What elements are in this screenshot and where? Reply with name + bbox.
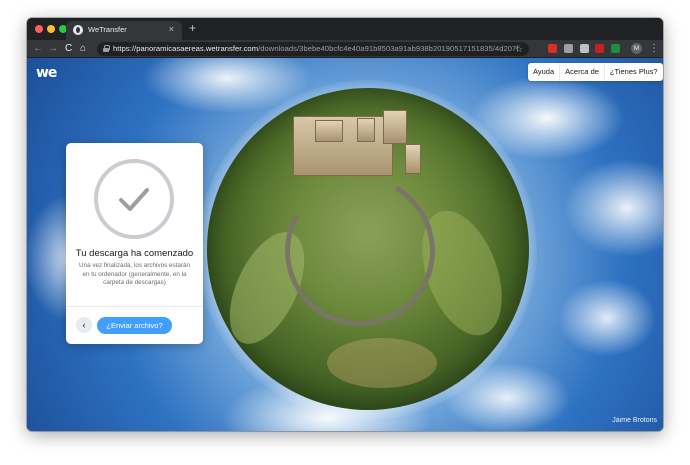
url-base: https://panoramicasaereas.wetransfer.com — [113, 44, 259, 53]
home-icon[interactable]: ⌂ — [80, 42, 86, 55]
bookmark-star-icon[interactable]: ☆ — [515, 43, 523, 55]
tab-close-icon[interactable]: × — [169, 24, 174, 35]
close-window-button[interactable] — [35, 25, 43, 33]
forward-icon[interactable]: → — [48, 42, 58, 55]
photo-credit[interactable]: Jaime Brotons — [612, 417, 657, 424]
tab-title: WeTransfer — [88, 25, 127, 34]
back-icon[interactable]: ← — [33, 42, 43, 55]
send-file-button[interactable]: ¿Enviar archivo? — [97, 317, 172, 334]
nav-plus[interactable]: ¿Tienes Plus? — [603, 63, 663, 81]
nav-help[interactable]: Ayuda — [528, 63, 559, 81]
page-viewport: Jaime Brotons we Ayuda Acerca de ¿Tienes… — [27, 58, 663, 431]
panel-title: Tu descarga ha comenzado — [75, 248, 194, 259]
browser-toolbar: ← → C ⌂ https://panoramicasaereas.wetran… — [27, 40, 663, 58]
background-photo-planet — [207, 88, 529, 410]
new-tab-button[interactable]: + — [189, 21, 196, 35]
download-panel: Tu descarga ha comenzado Una vez finaliz… — [66, 143, 203, 344]
back-button[interactable]: ‹ — [76, 317, 92, 333]
browser-window: WeTransfer × + ← → C ⌂ https://panoramic… — [27, 18, 663, 431]
checkmark-circle-icon — [94, 159, 174, 239]
wetransfer-favicon-icon — [73, 25, 83, 35]
minimize-window-button[interactable] — [47, 25, 55, 33]
castle-wall — [268, 159, 452, 343]
nav-about[interactable]: Acerca de — [559, 63, 604, 81]
browser-menu-icon[interactable]: ⋮ — [649, 42, 659, 55]
ext-gmail-icon[interactable] — [595, 44, 604, 53]
castle — [293, 116, 393, 176]
profile-avatar[interactable]: M — [631, 43, 642, 54]
url-path: /downloads/3bebe40bcfc4e40a91b8503a91ab9… — [258, 44, 519, 53]
ext-grey-icon[interactable] — [564, 44, 573, 53]
tab-wetransfer[interactable]: WeTransfer × — [66, 21, 182, 40]
ext-green-icon[interactable] — [611, 44, 620, 53]
tab-strip: WeTransfer × + — [27, 18, 663, 40]
panel-description: Una vez finalizada, los archivos estarán… — [79, 262, 190, 287]
address-bar[interactable]: https://panoramicasaereas.wetransfer.com… — [97, 42, 529, 56]
top-nav: Ayuda Acerca de ¿Tienes Plus? — [528, 63, 663, 81]
ext-red-icon[interactable] — [548, 44, 557, 53]
lock-icon — [103, 45, 110, 52]
panel-footer: ‹ ¿Enviar archivo? — [66, 306, 203, 344]
reload-icon[interactable]: C — [65, 42, 72, 55]
ext-grey2-icon[interactable] — [580, 44, 589, 53]
wetransfer-logo[interactable]: we — [36, 65, 57, 81]
url-text: https://panoramicasaereas.wetransfer.com… — [113, 44, 518, 54]
